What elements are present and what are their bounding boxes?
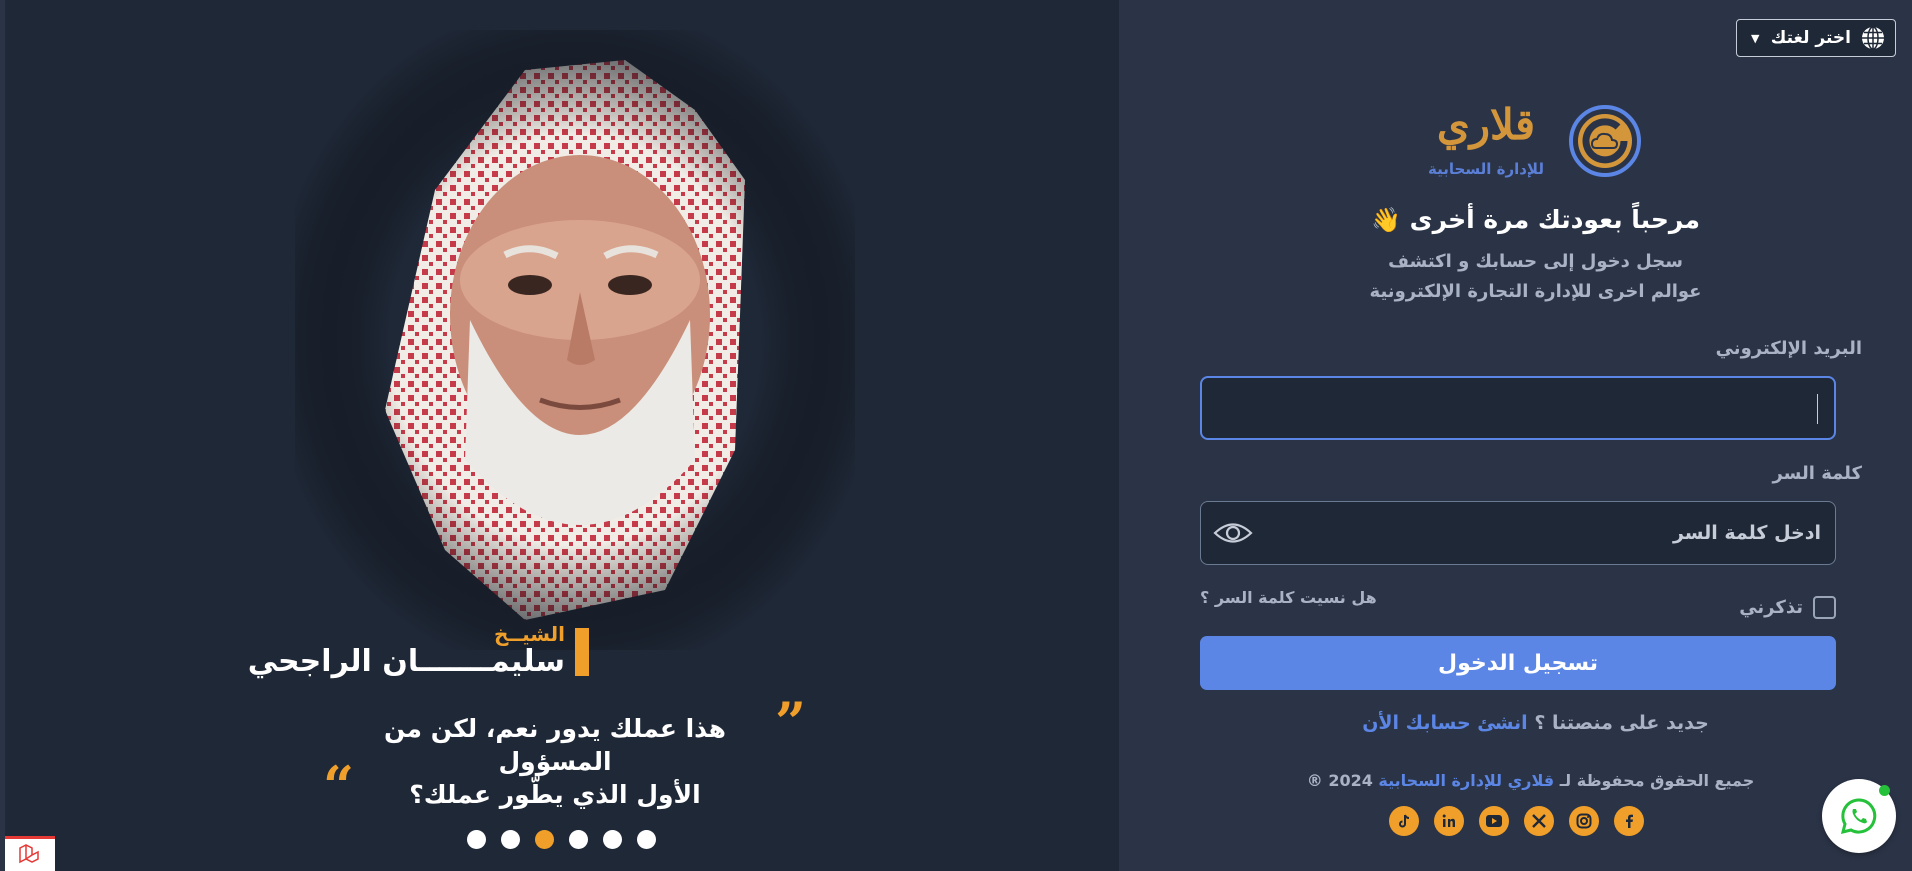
copyright-year: 2024 ®	[1306, 771, 1373, 790]
login-panel: ▼ اختر لغتك قلاري للإدارة السحابية مرحبا…	[1119, 0, 1912, 871]
person-title: الشيــخ	[494, 622, 565, 646]
subtitle-line-1: سجل دخول إلى حسابك و اكتشف	[1388, 251, 1683, 272]
slider-dot[interactable]	[637, 830, 656, 849]
online-indicator	[1879, 785, 1890, 796]
welcome-title: مرحباً بعودتك مرة أخرى	[1409, 205, 1700, 234]
subtitle-line-2: عوالم اخرى للإدارة التجارة الإلكترونية	[1369, 281, 1702, 302]
waving-hand-icon: 👋	[1371, 206, 1401, 234]
slider-dots	[467, 830, 656, 849]
signup-link[interactable]: انشئ حسابك الأن	[1362, 712, 1528, 734]
laravel-icon[interactable]	[5, 836, 55, 871]
quote-line-2: الأول الذي يطّور عملك؟	[409, 780, 701, 809]
logo-name: قلاري	[1436, 100, 1536, 149]
name-accent-bar	[575, 628, 589, 676]
password-field-wrapper	[1200, 501, 1836, 565]
tiktok-icon[interactable]	[1389, 806, 1419, 836]
person-name: سليمـــــــان الراجحي	[247, 644, 565, 679]
globe-icon	[1862, 26, 1884, 50]
slider-dot[interactable]	[569, 830, 588, 849]
eye-icon[interactable]	[1213, 518, 1253, 548]
remember-me: تذكرني	[1739, 596, 1836, 619]
signup-text: جديد على منصتنا ؟	[1534, 712, 1709, 734]
youtube-icon[interactable]	[1479, 806, 1509, 836]
logo-tagline: للإدارة السحابية	[1428, 160, 1544, 178]
whatsapp-button[interactable]	[1822, 779, 1896, 853]
caret-down-icon: ▼	[1751, 31, 1760, 45]
email-field[interactable]	[1200, 376, 1836, 440]
copyright: جميع الحقوق محفوظة لـ قلاري للإدارة السح…	[1119, 771, 1912, 790]
language-selector[interactable]: ▼ اختر لغتك	[1736, 19, 1896, 57]
remember-checkbox[interactable]	[1813, 596, 1836, 619]
remember-label: تذكرني	[1739, 597, 1803, 618]
whatsapp-icon	[1840, 798, 1877, 835]
welcome-heading: مرحباً بعودتك مرة أخرى 👋	[1119, 205, 1912, 234]
quote-line-1: هذا عملك يدور نعم، لكن من المسؤول	[384, 714, 726, 776]
slider-dot[interactable]	[467, 830, 486, 849]
x-icon[interactable]	[1524, 806, 1554, 836]
language-label: اختر لغتك	[1770, 28, 1851, 48]
hero-quote: هذا عملك يدور نعم، لكن من المسؤول الأول …	[335, 712, 775, 811]
text-cursor	[1817, 394, 1818, 424]
quote-close-mark: “	[323, 754, 355, 818]
signup-prompt: جديد على منصتنا ؟ انشئ حسابك الأن	[1119, 712, 1912, 734]
email-label: البريد الإلكتروني	[1715, 338, 1862, 359]
facebook-icon[interactable]	[1614, 806, 1644, 836]
slider-dot-active[interactable]	[535, 830, 554, 849]
forgot-password-link[interactable]: هل نسيت كلمة السر ؟	[1200, 588, 1377, 607]
login-button[interactable]: تسجيل الدخول	[1200, 636, 1836, 690]
linkedin-icon[interactable]	[1434, 806, 1464, 836]
welcome-subtitle: سجل دخول إلى حسابك و اكتشف عوالم اخرى لل…	[1119, 247, 1912, 307]
slider-dot[interactable]	[603, 830, 622, 849]
portrait-image	[295, 30, 855, 650]
instagram-icon[interactable]	[1569, 806, 1599, 836]
person-name-block: الشيــخ سليمـــــــان الراجحي	[248, 620, 595, 680]
password-label: كلمة السر	[1772, 463, 1862, 484]
copyright-brand[interactable]: قلاري للإدارة السحابية	[1378, 771, 1554, 790]
brand-logo: قلاري للإدارة السحابية	[1416, 100, 1646, 190]
social-links	[1389, 806, 1644, 836]
quote-open-mark: ”	[775, 690, 807, 754]
hero-slider: الشيــخ سليمـــــــان الراجحي ” هذا عملك…	[5, 0, 1119, 871]
cloud-logo-icon	[1569, 105, 1641, 177]
password-field[interactable]	[1271, 502, 1821, 564]
copyright-prefix: جميع الحقوق محفوظة لـ	[1559, 771, 1755, 790]
slider-dot[interactable]	[501, 830, 520, 849]
